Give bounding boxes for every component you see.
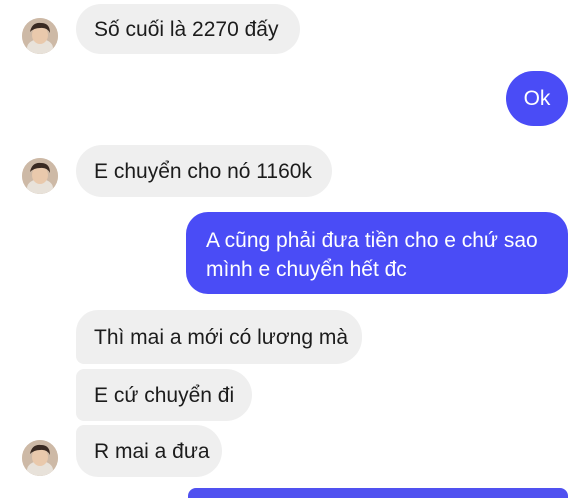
avatar-photo-icon	[22, 18, 58, 54]
message-bubble-outgoing[interactable]: A cũng phải đưa tiền cho e chứ sao mình …	[186, 212, 568, 294]
message-bubble-incoming[interactable]: E chuyển cho nó 1160k	[76, 145, 332, 197]
message-bubble-incoming[interactable]: E cứ chuyển đi	[76, 369, 252, 421]
message-bubble-incoming[interactable]: R mai a đưa	[76, 425, 222, 477]
message-bubble-incoming[interactable]: Số cuối là 2270 đấy	[76, 4, 300, 54]
contact-avatar[interactable]	[22, 18, 58, 54]
message-bubble-outgoing[interactable]: Ok	[506, 71, 568, 126]
contact-avatar[interactable]	[22, 440, 58, 476]
avatar-photo-icon	[22, 158, 58, 194]
contact-avatar[interactable]	[22, 158, 58, 194]
message-bubble-incoming[interactable]: Thì mai a mới có lương mà	[76, 310, 362, 364]
message-bubble-outgoing-partial[interactable]	[188, 488, 568, 498]
avatar-photo-icon	[22, 440, 58, 476]
